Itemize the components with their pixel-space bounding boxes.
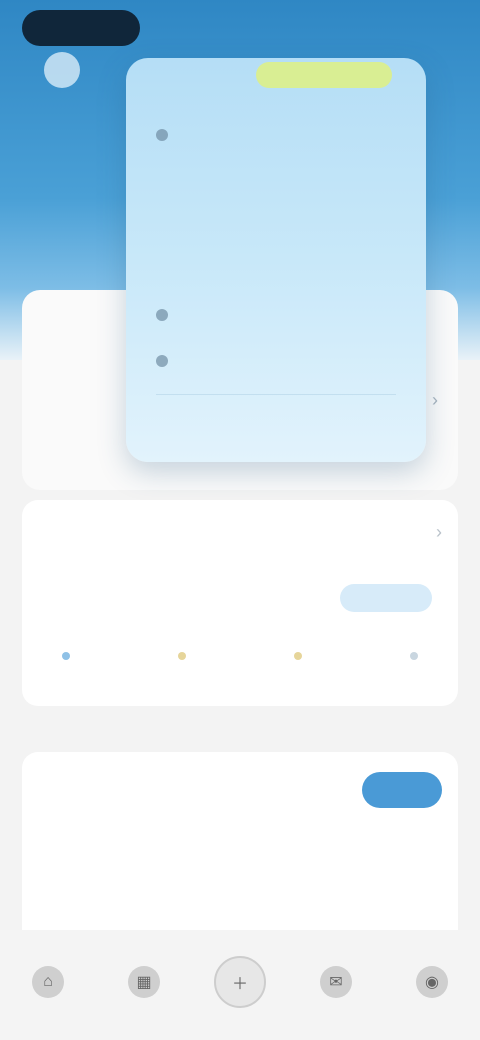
schedule-day-dot: [294, 652, 302, 660]
status-pill: [22, 10, 140, 46]
menu-highlight-badge[interactable]: [256, 62, 392, 88]
tab-add[interactable]: ＋: [210, 950, 270, 1020]
dot-icon: [156, 309, 168, 321]
home-icon: ⌂: [32, 966, 64, 998]
tab-home[interactable]: ⌂: [18, 950, 78, 1020]
menu-item[interactable]: [156, 166, 396, 196]
schedule-day-dot: [178, 652, 186, 660]
activity-button[interactable]: [362, 772, 442, 808]
menu-item[interactable]: [156, 300, 396, 330]
schedule-day[interactable]: [154, 646, 210, 660]
profile-icon: ◉: [416, 966, 448, 998]
more-icon[interactable]: ›: [436, 522, 442, 543]
schedule-days: [38, 646, 442, 660]
avatar[interactable]: [44, 52, 80, 88]
schedule-day-dot: [410, 652, 418, 660]
tab-profile[interactable]: ◉: [402, 950, 462, 1020]
bottom-tab-bar: ⌂ ▦ ＋ ✉ ◉: [0, 930, 480, 1040]
menu-divider: [156, 394, 396, 395]
blank-icon: [156, 265, 168, 277]
menu-item[interactable]: [156, 346, 396, 376]
dot-icon: [156, 355, 168, 367]
menu-item[interactable]: [156, 210, 396, 240]
chevron-right-icon[interactable]: ›: [432, 390, 438, 411]
dropdown-menu: [126, 58, 426, 462]
chat-icon: ✉: [320, 966, 352, 998]
schedule-day-dot: [62, 652, 70, 660]
schedule-day[interactable]: [386, 646, 442, 660]
add-icon: ＋: [214, 956, 266, 1008]
schedule-card: ›: [22, 500, 458, 706]
schedule-day[interactable]: [38, 646, 94, 660]
menu-item[interactable]: [156, 256, 396, 286]
blank-icon: [156, 425, 168, 437]
blank-icon: [156, 175, 168, 187]
menu-item[interactable]: [156, 416, 396, 446]
tab-calendar[interactable]: ▦: [114, 950, 174, 1020]
calendar-icon: ▦: [128, 966, 160, 998]
activity-card: [22, 752, 458, 952]
schedule-day[interactable]: [270, 646, 326, 660]
blank-icon: [156, 219, 168, 231]
schedule-button[interactable]: [340, 584, 432, 612]
dot-icon: [156, 129, 168, 141]
menu-item[interactable]: [156, 120, 396, 150]
tab-chat[interactable]: ✉: [306, 950, 366, 1020]
